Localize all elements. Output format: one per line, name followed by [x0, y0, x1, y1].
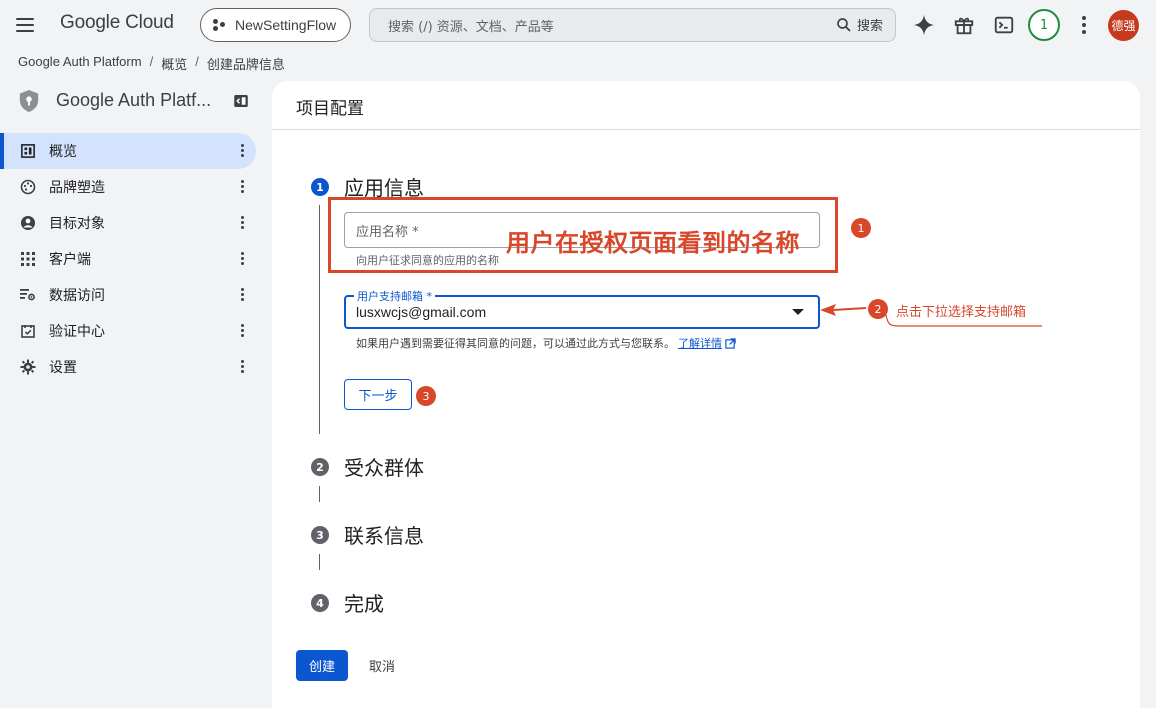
sidebar-item-overview[interactable]: 概览	[0, 133, 256, 169]
project-name: NewSettingFlow	[235, 17, 337, 33]
project-picker-button[interactable]: NewSettingFlow	[200, 8, 352, 42]
dropdown-arrow-icon	[792, 309, 804, 315]
item-more-icon[interactable]	[241, 288, 244, 301]
palette-icon	[20, 179, 36, 195]
main-menu-icon[interactable]	[16, 14, 38, 36]
notification-count-badge[interactable]: 1	[1028, 9, 1060, 41]
sidebar-item-verification[interactable]: 验证中心	[0, 313, 256, 349]
sidebar-item-label: 概览	[49, 144, 77, 160]
collapse-sidebar-icon[interactable]	[232, 92, 250, 110]
sidebar-item-label: 目标对象	[49, 216, 105, 232]
google-cloud-logo[interactable]: Google Cloud	[60, 12, 174, 34]
next-button[interactable]: 下一步	[344, 379, 412, 410]
item-more-icon[interactable]	[241, 216, 244, 229]
step-3-label[interactable]: 联系信息	[344, 520, 424, 549]
breadcrumb-item-current: 创建品牌信息	[206, 57, 285, 72]
search-input[interactable]: 搜索 (/) 资源、文档、产品等 搜索	[369, 8, 896, 42]
top-bar: Google Cloud NewSettingFlow 搜索 (/) 资源、文档…	[0, 0, 1156, 50]
sidebar-item-settings[interactable]: 设置	[0, 349, 256, 385]
shield-icon	[19, 90, 39, 112]
sidebar-nav: 概览 品牌塑造 目标对象 客户端 数据访问 验证中心 设置	[0, 133, 256, 385]
sidebar-item-label: 设置	[49, 360, 77, 376]
gemini-sparkle-icon[interactable]	[912, 13, 936, 37]
sidebar-item-label: 客户端	[49, 252, 91, 268]
sidebar-item-data-access[interactable]: 数据访问	[0, 277, 256, 313]
step-2-number: 2	[311, 458, 329, 476]
cloud-shell-icon[interactable]	[992, 13, 1016, 37]
cancel-button[interactable]: 取消	[360, 650, 404, 681]
more-options-icon[interactable]	[1078, 14, 1090, 36]
account-circle-icon	[20, 215, 36, 231]
sidebar-item-label: 数据访问	[49, 288, 105, 304]
sidebar-item-audience[interactable]: 目标对象	[0, 205, 256, 241]
annotation-marker-2: 2	[868, 299, 888, 319]
breadcrumb-separator: /	[149, 54, 154, 69]
support-email-hint: 如果用户遇到需要征得其同意的问题，可以通过此方式与您联系。 了解详情	[356, 335, 736, 351]
item-more-icon[interactable]	[241, 324, 244, 337]
search-button[interactable]: 搜索	[835, 15, 883, 34]
sidebar-item-label: 验证中心	[49, 324, 105, 340]
annotation-note-2: 点击下拉选择支持邮箱	[896, 305, 1027, 320]
breadcrumb: Google Auth Platform / 概览 / 创建品牌信息	[18, 54, 285, 73]
step-1-number: 1	[311, 178, 329, 196]
divider	[272, 129, 1140, 130]
breadcrumb-item-overview[interactable]: 概览	[161, 54, 187, 73]
item-more-icon[interactable]	[241, 180, 244, 193]
data-access-icon	[20, 287, 36, 303]
dashboard-icon	[20, 143, 36, 159]
step-2-label[interactable]: 受众群体	[344, 452, 424, 481]
annotation-overlay-title: 用户在授权页面看到的名称	[506, 229, 800, 257]
sidebar-title: Google Auth Platf...	[56, 90, 212, 110]
step-connector	[319, 486, 320, 502]
breadcrumb-separator: /	[195, 54, 199, 69]
annotation-marker-1: 1	[851, 218, 871, 238]
search-button-label: 搜索	[856, 19, 883, 34]
project-dots-icon	[213, 18, 227, 32]
support-email-label: 用户支持邮箱 *	[354, 288, 435, 304]
annotation-marker-3: 3	[416, 386, 436, 406]
sidebar-item-label: 品牌塑造	[49, 180, 105, 196]
apps-grid-icon	[20, 251, 36, 267]
item-more-icon[interactable]	[241, 360, 244, 373]
support-email-hint-text: 如果用户遇到需要征得其同意的问题，可以通过此方式与您联系。	[356, 337, 675, 350]
project-config-panel: 项目配置 1 应用信息 应用名称 * 向用户征求同意的应用的名称 用户在授权页面…	[272, 81, 1140, 708]
step-connector	[319, 554, 320, 570]
item-more-icon[interactable]	[241, 144, 244, 157]
breadcrumb-item-platform[interactable]: Google Auth Platform	[18, 54, 142, 73]
search-icon	[837, 17, 851, 32]
page-title: 项目配置	[296, 99, 364, 119]
search-placeholder: 搜索 (/) 资源、文档、产品等	[388, 19, 554, 35]
create-button[interactable]: 创建	[296, 650, 348, 681]
sidebar-header: Google Auth Platf...	[18, 88, 254, 116]
external-link-icon[interactable]	[725, 337, 736, 349]
support-email-value: lusxwcjs@gmail.com	[356, 304, 487, 320]
verified-icon	[20, 323, 36, 339]
learn-more-link[interactable]: 了解详情	[678, 335, 722, 351]
sidebar-item-clients[interactable]: 客户端	[0, 241, 256, 277]
avatar[interactable]: 德强	[1108, 10, 1139, 41]
gear-icon	[20, 359, 36, 375]
step-4-number: 4	[311, 594, 329, 612]
step-3-number: 3	[311, 526, 329, 544]
gift-icon[interactable]	[952, 13, 976, 37]
step-connector	[319, 205, 320, 434]
step-4-label[interactable]: 完成	[344, 588, 384, 617]
sidebar-item-branding[interactable]: 品牌塑造	[0, 169, 256, 205]
item-more-icon[interactable]	[241, 252, 244, 265]
